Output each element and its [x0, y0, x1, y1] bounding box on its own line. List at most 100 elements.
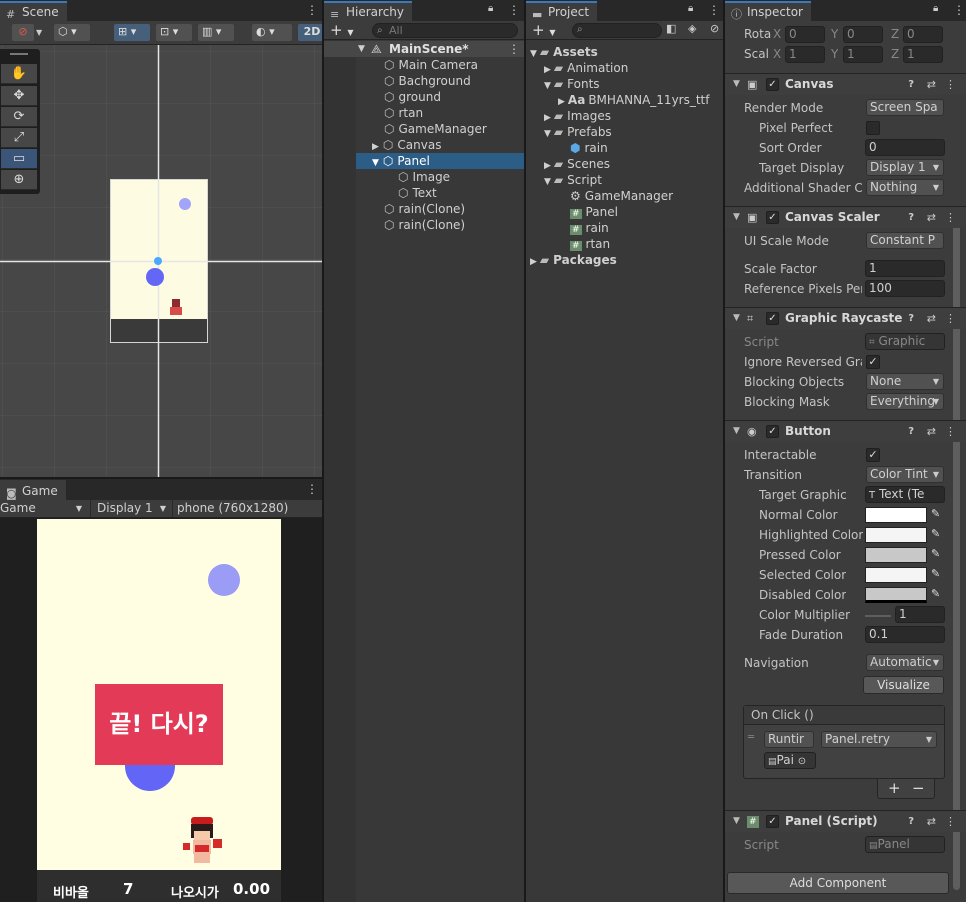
add-component-button[interactable]: Add Component — [727, 872, 949, 894]
drag-handle-icon[interactable]: ═ — [748, 732, 754, 743]
remove-listener-button[interactable]: − — [912, 779, 925, 797]
fold-right-icon[interactable]: ▶ — [530, 257, 537, 267]
hierarchy-item-canvas[interactable]: ▶ ⬡ Canvas — [372, 137, 441, 153]
component-menu-icon[interactable]: ⋮ — [945, 207, 956, 228]
project-item-packages[interactable]: ▶ ▰ Packages — [530, 252, 617, 268]
transition-dropdown[interactable]: Color Tint ▼ — [866, 466, 944, 483]
sort-order-field[interactable]: 0 — [865, 139, 945, 156]
tab-project[interactable]: ▬ Project — [526, 1, 598, 21]
color-multiplier-field[interactable]: 1 — [895, 606, 945, 623]
disabled-color-swatch[interactable] — [865, 587, 927, 603]
lock-icon[interactable]: 🔒︎ — [488, 3, 493, 14]
settings-sliders-icon[interactable]: ⇄ — [927, 421, 936, 442]
hierarchy-item-gamemanager[interactable]: ⬡ GameManager — [384, 121, 487, 137]
project-item-rain-prefab[interactable]: ⬢ rain — [570, 140, 608, 156]
gizmo-dropdown-icon[interactable]: ▼ — [36, 24, 42, 41]
fold-down-icon[interactable]: ▼ — [733, 811, 740, 832]
hierarchy-menu-icon[interactable]: ⋮ — [508, 3, 520, 17]
rotation-y-field[interactable]: 0 — [843, 26, 883, 43]
reference-pixels-field[interactable]: 100 — [865, 280, 945, 297]
fold-right-icon[interactable]: ▶ — [372, 142, 379, 152]
scene-menu-icon[interactable]: ⋮ — [306, 3, 318, 17]
rect-tool-icon[interactable]: ▭ — [1, 149, 37, 169]
filter-type-icon[interactable]: ◧ — [666, 22, 676, 35]
fold-down-icon[interactable]: ▼ — [733, 207, 740, 228]
grid-snap-button[interactable]: ⊞ ▾ — [114, 24, 150, 41]
hierarchy-item-image[interactable]: ⬡ Image — [398, 169, 450, 185]
game-view-select[interactable]: Game ▼ — [0, 500, 86, 517]
fold-down-icon[interactable]: ▼ — [530, 49, 537, 59]
end-panel-text[interactable]: 끝! 다시? — [109, 710, 208, 738]
normal-color-swatch[interactable] — [865, 507, 927, 523]
hierarchy-item-text[interactable]: ⬡ Text — [398, 185, 437, 201]
lock-icon[interactable]: 🔒︎ — [688, 3, 693, 14]
hierarchy-item-background[interactable]: ⬡ Bachground — [384, 73, 471, 89]
hierarchy-item-rain-clone[interactable]: ⬡ rain(Clone) — [384, 217, 465, 233]
scale-z-field[interactable]: 1 — [903, 46, 943, 63]
snap-increment-button[interactable]: ⊡ ▾ — [156, 24, 192, 41]
add-button[interactable]: + ▼ — [330, 21, 354, 42]
hierarchy-item-main-camera[interactable]: ⬡ Main Camera — [384, 57, 478, 73]
fold-down-icon[interactable]: ▼ — [733, 421, 740, 442]
component-menu-icon[interactable]: ⋮ — [945, 308, 956, 329]
hierarchy-item-panel[interactable]: ▼ ⬡ Panel — [356, 153, 524, 169]
fold-right-icon[interactable]: ▶ — [544, 161, 551, 171]
cube-view-button[interactable]: ⬡ ▾ — [54, 24, 90, 41]
tool-palette-handle[interactable] — [10, 53, 28, 55]
hand-tool-icon[interactable]: ✋ — [1, 64, 37, 84]
ignore-reversed-checkbox[interactable]: ✓ — [866, 355, 880, 369]
blocking-mask-dropdown[interactable]: Everything ▼ — [866, 393, 944, 410]
game-menu-icon[interactable]: ⋮ — [306, 482, 318, 496]
tab-scene[interactable]: # Scene — [0, 1, 67, 21]
display-select[interactable]: Display 1 ▼ — [90, 500, 170, 517]
scene-menu-icon[interactable]: ⋮ — [508, 41, 520, 57]
eyedropper-icon[interactable]: ✎ — [931, 527, 940, 540]
project-item-panel-script[interactable]: # Panel — [570, 204, 618, 220]
fade-duration-field[interactable]: 0.1 — [865, 626, 945, 643]
settings-sliders-icon[interactable]: ⇄ — [927, 74, 936, 95]
canvas-scaler-header[interactable]: ▼ ▣ ✓ Canvas Scaler ? ⇄ ⋮ — [725, 206, 966, 228]
pixel-perfect-checkbox[interactable] — [866, 121, 880, 135]
component-menu-icon[interactable]: ⋮ — [945, 811, 956, 832]
scale-x-field[interactable]: 1 — [785, 46, 825, 63]
project-item-prefabs[interactable]: ▼ ▰ Prefabs — [544, 124, 612, 140]
button-enabled-checkbox[interactable]: ✓ — [766, 425, 779, 438]
interactable-checkbox[interactable]: ✓ — [866, 448, 880, 462]
scale-tool-icon[interactable]: ⤢ — [1, 128, 37, 148]
hierarchy-item-rtan[interactable]: ⬡ rtan — [384, 105, 423, 121]
settings-sliders-icon[interactable]: ⇄ — [927, 811, 936, 832]
end-panel[interactable]: 끝! 다시? — [95, 684, 223, 765]
help-icon[interactable]: ? — [908, 421, 914, 442]
help-icon[interactable]: ? — [908, 74, 914, 95]
ui-scale-mode-dropdown[interactable]: Constant P — [866, 232, 944, 249]
eyedropper-icon[interactable]: ✎ — [931, 587, 940, 600]
game-canvas[interactable]: 끝! 다시? — [37, 519, 281, 902]
fold-down-icon[interactable]: ▼ — [544, 129, 551, 139]
object-picker-icon[interactable]: ⊙ — [798, 756, 806, 767]
fold-down-icon[interactable]: ▼ — [733, 74, 740, 95]
move-tool-icon[interactable]: ✥ — [1, 86, 37, 106]
selected-color-swatch[interactable] — [865, 567, 927, 583]
tab-game[interactable]: ◙ Game — [0, 480, 66, 500]
scene-grid[interactable] — [0, 45, 322, 477]
runtime-dropdown[interactable]: Runtir — [764, 731, 814, 748]
rotation-z-field[interactable]: 0 — [903, 26, 943, 43]
fold-right-icon[interactable]: ▶ — [544, 113, 551, 123]
help-icon[interactable]: ? — [908, 207, 914, 228]
mode-2d-button[interactable]: 2D — [298, 24, 322, 41]
settings-sliders-icon[interactable]: ⇄ — [927, 207, 936, 228]
target-graphic-field[interactable]: T Text (Te — [865, 486, 945, 503]
color-multiplier-slider-track[interactable] — [865, 615, 891, 617]
shading-mode-button[interactable]: ◐ ▾ — [252, 24, 292, 41]
scale-factor-field[interactable]: 1 — [865, 260, 945, 277]
navigation-dropdown[interactable]: Automatic ▼ — [866, 654, 944, 671]
graphic-raycaster-header[interactable]: ▼ ⌗ ✓ Graphic Raycaste ? ⇄ ⋮ — [725, 307, 966, 329]
component-menu-icon[interactable]: ⋮ — [945, 74, 956, 95]
shader-channels-dropdown[interactable]: Nothing ▼ — [866, 179, 944, 196]
add-listener-button[interactable]: + — [888, 779, 901, 797]
fold-right-icon[interactable]: ▶ — [558, 97, 565, 107]
canvas-component-header[interactable]: ▼ ▣ ✓ Canvas ? ⇄ ⋮ — [725, 73, 966, 95]
button-component-header[interactable]: ▼ ◉ ✓ Button ? ⇄ ⋮ — [725, 420, 966, 442]
project-search-input[interactable]: ⌕ — [572, 23, 662, 38]
resolution-select[interactable]: phone (760x1280) — [172, 500, 322, 517]
